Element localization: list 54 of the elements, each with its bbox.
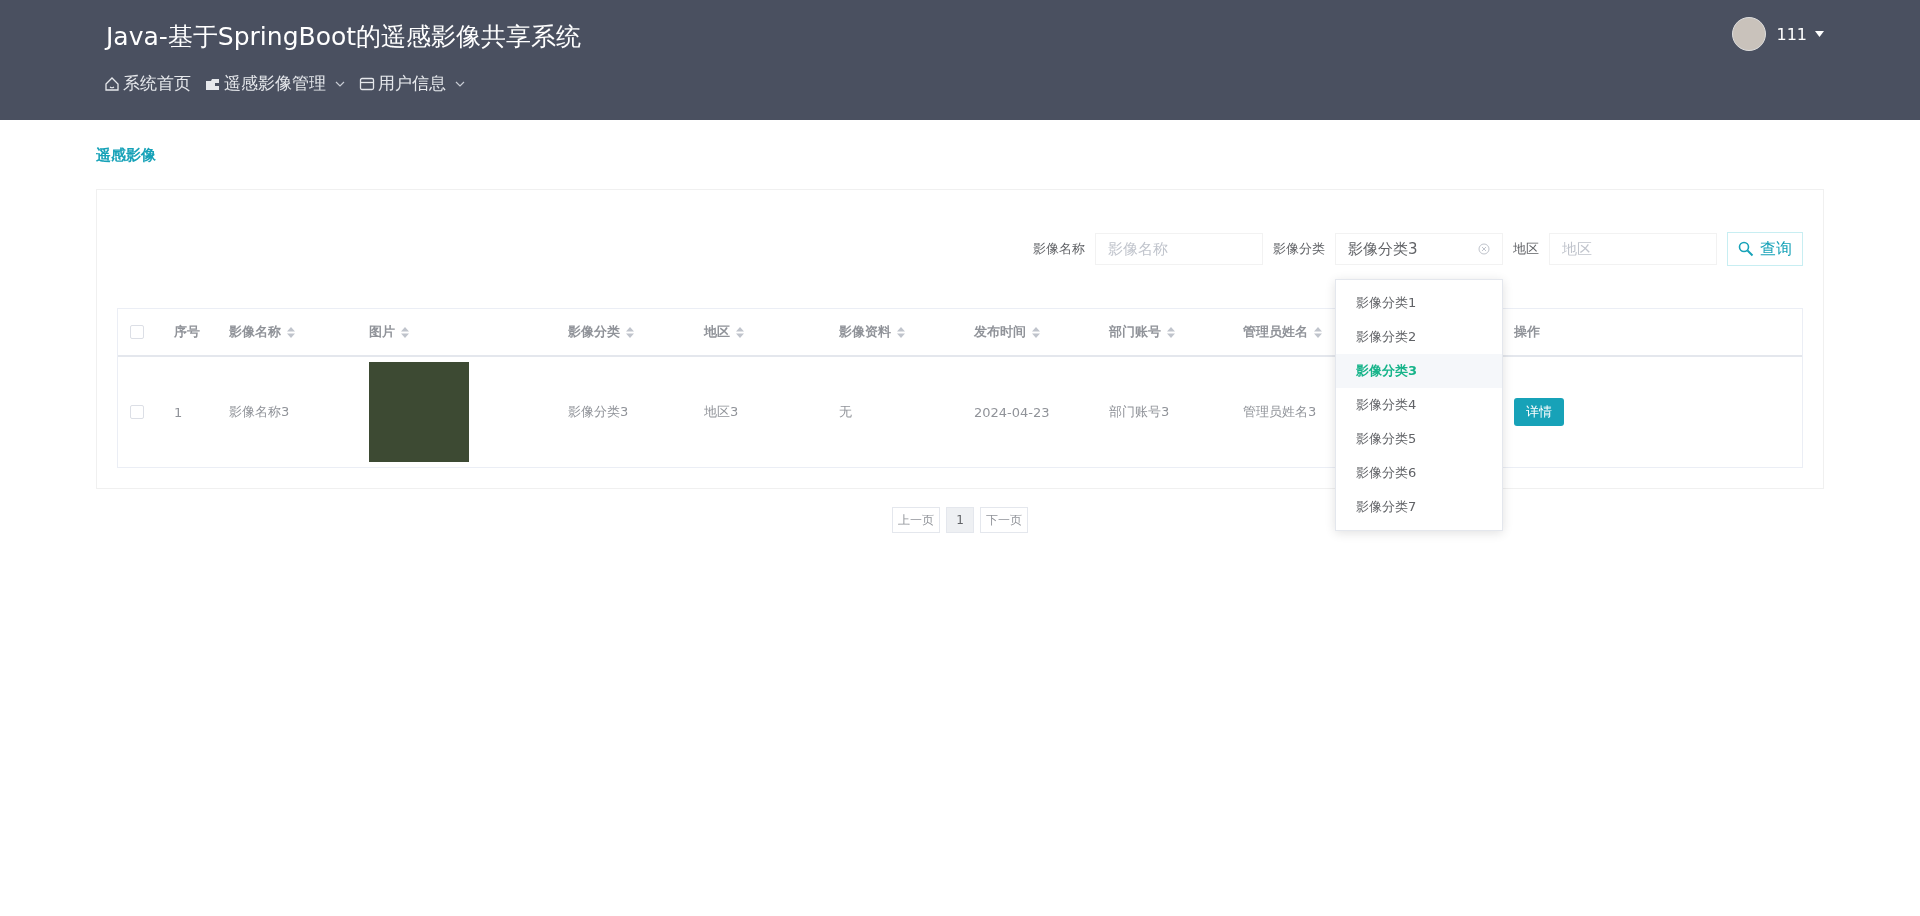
page-button[interactable]: 1 <box>946 507 974 533</box>
table-cell: 地区3 <box>704 403 739 421</box>
card-icon <box>359 75 375 92</box>
table-cell: 部门账号3 <box>1109 403 1170 421</box>
nav-menu-item[interactable]: 用户信息 <box>359 72 465 95</box>
sort-icon <box>626 326 634 338</box>
avatar[interactable] <box>1732 17 1767 51</box>
column-header: 部门账号 <box>1109 323 1161 341</box>
column-header: 序号 <box>174 323 200 341</box>
sort-icon <box>1314 326 1322 338</box>
clear-icon <box>1478 243 1490 255</box>
dropdown-option[interactable]: 影像分类1 <box>1336 286 1502 320</box>
sort-icon <box>897 326 905 338</box>
input-field[interactable]: 地区 <box>1549 233 1717 265</box>
dropdown-option[interactable]: 影像分类5 <box>1336 422 1502 456</box>
table-cell: 影像分类3 <box>568 403 629 421</box>
table-cell: 无 <box>839 403 852 421</box>
select-field[interactable]: 影像分类3 <box>1335 233 1503 265</box>
dropdown-option[interactable]: 影像分类6 <box>1336 456 1502 490</box>
sort-icon <box>736 326 744 338</box>
row-checkbox[interactable] <box>130 405 144 419</box>
nav-menu-item[interactable]: 系统首页 <box>98 72 191 95</box>
sort-icon <box>1167 326 1175 338</box>
input-field[interactable]: 影像名称 <box>1095 233 1263 265</box>
chevron-down-icon <box>335 80 345 87</box>
sort-icon <box>1032 326 1040 338</box>
dropdown-option[interactable]: 影像分类4 <box>1336 388 1502 422</box>
home-icon <box>104 75 120 92</box>
field-label: 影像分类 <box>1273 240 1325 258</box>
dropdown-option[interactable]: 影像分类2 <box>1336 320 1502 354</box>
sort-icon <box>287 326 295 338</box>
column-header: 地区 <box>704 323 730 341</box>
column-header: 影像分类 <box>568 323 620 341</box>
column-header: 发布时间 <box>974 323 1026 341</box>
column-header: 影像名称 <box>229 323 281 341</box>
column-header: 操作 <box>1514 323 1540 341</box>
table-cell: 1 <box>174 404 183 420</box>
search-icon <box>1738 241 1754 257</box>
dropdown-option[interactable]: 影像分类7 <box>1336 490 1502 524</box>
field-label: 地区 <box>1513 240 1539 258</box>
site-title: Java-基于SpringBoot的遥感影像共享系统 <box>103 21 582 53</box>
nav-menu-item[interactable]: 遥感影像管理 <box>205 72 345 95</box>
chevron-down-icon <box>455 80 465 87</box>
table-cell: 管理员姓名3 <box>1243 403 1317 421</box>
table-cell: 影像名称3 <box>229 403 290 421</box>
user-menu[interactable]: 111 <box>1776 24 1824 44</box>
table-cell: 2024-04-23 <box>974 404 1050 420</box>
caret-down-icon <box>1815 31 1824 37</box>
sort-icon <box>401 326 409 338</box>
select-all-checkbox[interactable] <box>130 325 144 339</box>
column-header: 影像资料 <box>839 323 891 341</box>
column-header: 图片 <box>369 323 395 341</box>
field-label: 影像名称 <box>1033 240 1085 258</box>
column-header: 管理员姓名 <box>1243 323 1308 341</box>
